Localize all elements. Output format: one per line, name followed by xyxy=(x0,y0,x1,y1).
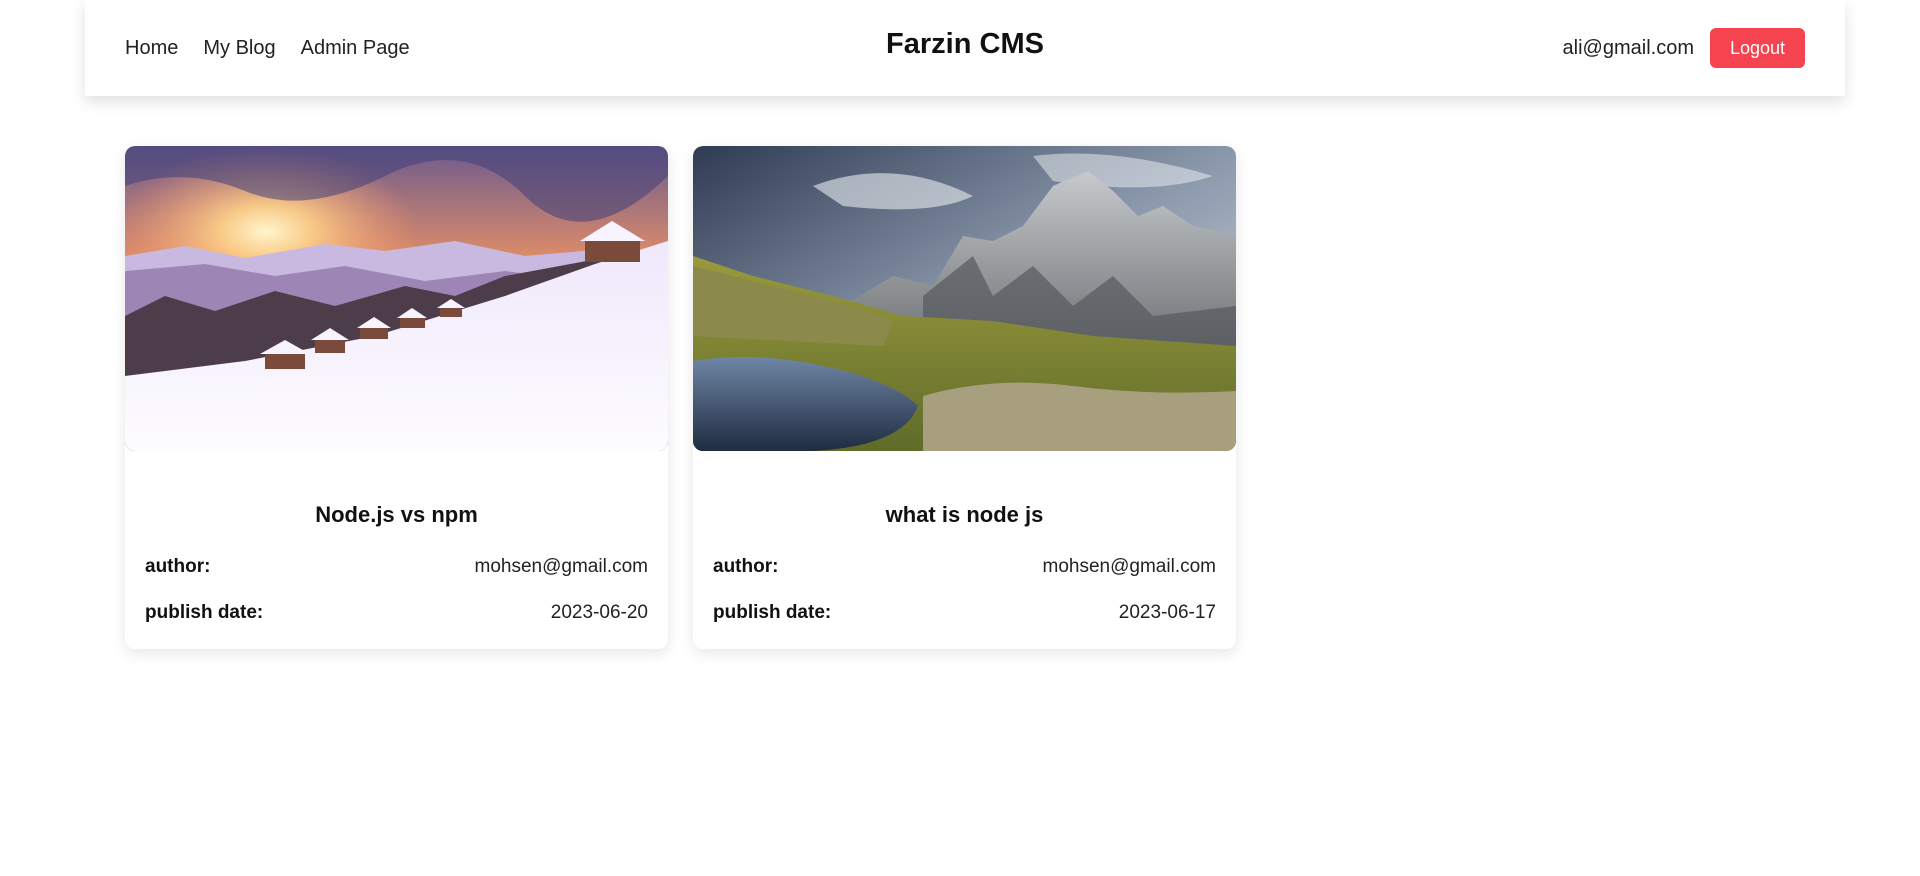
user-area: ali@gmail.com Logout xyxy=(1563,28,1805,68)
post-title[interactable]: what is node js xyxy=(693,502,1236,528)
logout-button[interactable]: Logout xyxy=(1710,28,1805,68)
author-label: author: xyxy=(713,556,779,577)
post-author-row: author: mohsen@gmail.com xyxy=(125,556,668,578)
publish-date-label: publish date: xyxy=(145,602,264,623)
main-nav: Home My Blog Admin Page xyxy=(125,37,410,60)
post-image-rocky-mountain xyxy=(693,146,1236,451)
post-date-row: publish date: 2023-06-20 xyxy=(125,602,668,624)
publish-date-value: 2023-06-17 xyxy=(1118,602,1216,623)
post-card[interactable]: Node.js vs npm author: mohsen@gmail.com … xyxy=(125,146,668,649)
top-navbar: Home My Blog Admin Page Farzin CMS ali@g… xyxy=(85,0,1845,96)
site-brand[interactable]: Farzin CMS xyxy=(886,28,1044,61)
post-image-snowy-mountain xyxy=(125,146,668,451)
post-author-row: author: mohsen@gmail.com xyxy=(693,556,1236,578)
user-email: ali@gmail.com xyxy=(1562,36,1694,59)
nav-my-blog-link[interactable]: My Blog xyxy=(203,37,275,60)
publish-date-value: 2023-06-20 xyxy=(550,602,648,623)
author-label: author: xyxy=(145,556,211,577)
post-date-row: publish date: 2023-06-17 xyxy=(693,602,1236,624)
author-value: mohsen@gmail.com xyxy=(1042,556,1216,577)
publish-date-label: publish date: xyxy=(713,602,832,623)
post-title[interactable]: Node.js vs npm xyxy=(125,502,668,528)
author-value: mohsen@gmail.com xyxy=(474,556,648,577)
post-card[interactable]: what is node js author: mohsen@gmail.com… xyxy=(693,146,1236,649)
nav-admin-page-link[interactable]: Admin Page xyxy=(301,37,410,60)
nav-home-link[interactable]: Home xyxy=(125,37,178,60)
post-list: Node.js vs npm author: mohsen@gmail.com … xyxy=(125,146,1236,649)
